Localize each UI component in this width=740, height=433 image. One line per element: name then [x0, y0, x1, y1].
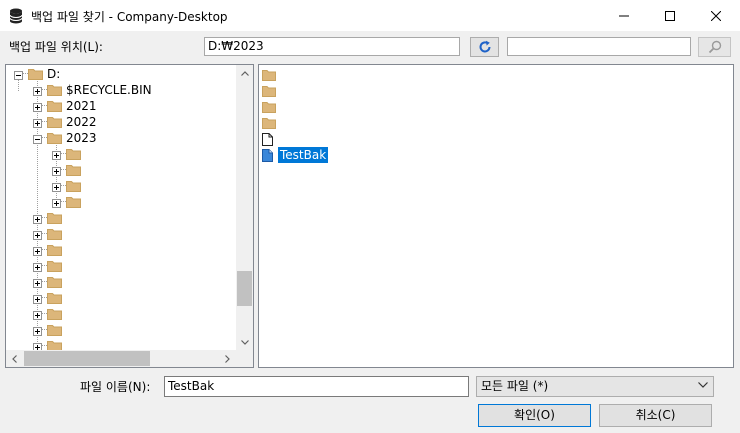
- title-bar: 백업 파일 찾기 - Company-Desktop: [0, 0, 740, 31]
- database-icon: [9, 8, 23, 24]
- scroll-right-arrow-icon[interactable]: [219, 350, 236, 367]
- refresh-button[interactable]: [470, 37, 499, 57]
- tree-vertical-scrollbar[interactable]: [236, 65, 253, 351]
- expand-icon[interactable]: [33, 245, 42, 256]
- expand-icon[interactable]: [33, 213, 42, 224]
- tree-horizontal-scrollbar[interactable]: [6, 350, 236, 367]
- folder-icon: [47, 84, 62, 96]
- expand-icon[interactable]: [33, 309, 42, 320]
- tree-vertical-scroll-thumb[interactable]: [237, 271, 252, 306]
- search-input[interactable]: [507, 37, 691, 56]
- expand-icon[interactable]: [33, 229, 42, 240]
- folder-icon: [47, 308, 62, 320]
- folder-icon: [28, 68, 43, 80]
- tree-item-label: 2021: [66, 99, 97, 113]
- document-icon: [262, 133, 273, 149]
- refresh-icon: [479, 40, 490, 53]
- folder-icon: [66, 164, 81, 176]
- expand-icon[interactable]: [33, 341, 42, 352]
- folder-icon: [47, 212, 62, 224]
- folder-icon: [47, 324, 62, 336]
- file-type-value: 모든 파일 (*): [481, 379, 549, 393]
- expand-icon[interactable]: [33, 261, 42, 272]
- maximize-icon: [665, 10, 675, 21]
- file-list-item-label: TestBak: [278, 147, 329, 163]
- folder-icon: [262, 85, 276, 100]
- expand-icon[interactable]: [33, 85, 42, 96]
- expand-icon[interactable]: [33, 293, 42, 304]
- folder-icon: [262, 101, 276, 116]
- ok-button[interactable]: 확인(O): [478, 404, 591, 427]
- expand-icon[interactable]: [33, 277, 42, 288]
- cancel-button[interactable]: 취소(C): [599, 404, 712, 427]
- file-name-label: 파일 이름(N):: [80, 380, 151, 394]
- backup-file-icon: [262, 149, 273, 165]
- file-name-input[interactable]: TestBak: [164, 376, 469, 397]
- folder-tree[interactable]: D: $RECYCLE.BIN 2021 2022 2023: [5, 64, 254, 368]
- folder-icon: [66, 180, 81, 192]
- expand-icon[interactable]: [33, 101, 42, 112]
- window-title: 백업 파일 찾기 - Company-Desktop: [31, 10, 228, 24]
- tree-horizontal-scroll-thumb[interactable]: [24, 351, 150, 366]
- folder-icon: [66, 148, 81, 160]
- folder-icon: [47, 228, 62, 240]
- file-type-select[interactable]: 모든 파일 (*): [476, 376, 714, 397]
- file-list[interactable]: TestBak: [258, 64, 734, 368]
- tree-item-label: 2023: [66, 131, 97, 145]
- expand-icon[interactable]: [52, 149, 61, 160]
- expand-icon[interactable]: [33, 325, 42, 336]
- minimize-button[interactable]: [601, 0, 647, 31]
- folder-icon: [47, 276, 62, 288]
- close-icon: [711, 10, 721, 21]
- folder-icon: [47, 244, 62, 256]
- folder-icon: [47, 116, 62, 128]
- search-button[interactable]: [698, 37, 731, 57]
- folder-icon: [262, 117, 276, 132]
- collapse-icon[interactable]: [14, 69, 23, 80]
- backup-location-input[interactable]: D:₩2023: [204, 37, 460, 56]
- folder-icon: [262, 69, 276, 84]
- tree-item-label: D:: [47, 67, 61, 81]
- expand-icon[interactable]: [52, 181, 61, 192]
- collapse-icon[interactable]: [33, 133, 42, 144]
- folder-icon: [47, 292, 62, 304]
- search-icon: [708, 40, 721, 54]
- close-button[interactable]: [693, 0, 739, 31]
- expand-icon[interactable]: [52, 165, 61, 176]
- backup-location-label: 백업 파일 위치(L):: [9, 40, 103, 54]
- scroll-up-arrow-icon[interactable]: [236, 65, 253, 82]
- folder-icon: [66, 196, 81, 208]
- folder-icon: [47, 132, 62, 144]
- folder-icon: [47, 260, 62, 272]
- expand-icon[interactable]: [52, 197, 61, 208]
- scroll-left-arrow-icon[interactable]: [6, 350, 23, 367]
- tree-item-label: 2022: [66, 115, 97, 129]
- tree-item-label: $RECYCLE.BIN: [66, 83, 152, 97]
- folder-icon: [47, 100, 62, 112]
- chevron-down-icon: [698, 382, 708, 388]
- expand-icon[interactable]: [33, 117, 42, 128]
- minimize-icon: [619, 15, 629, 16]
- maximize-button[interactable]: [647, 0, 693, 31]
- scroll-corner: [236, 350, 253, 367]
- scroll-down-arrow-icon[interactable]: [236, 334, 253, 351]
